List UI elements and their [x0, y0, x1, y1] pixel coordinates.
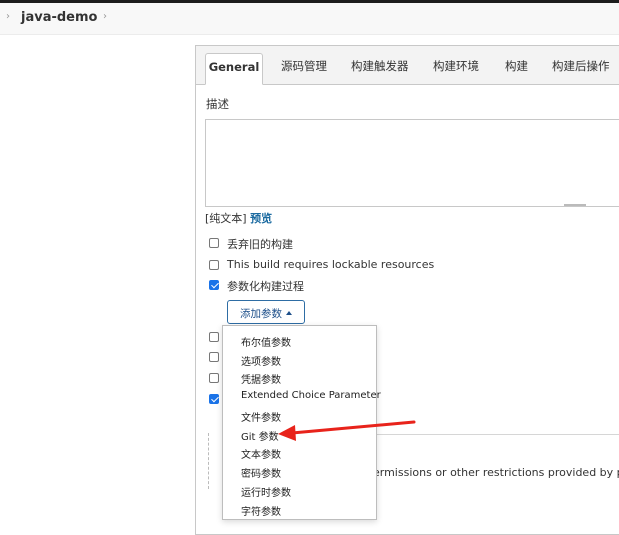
annotation-arrow-icon	[278, 420, 416, 441]
